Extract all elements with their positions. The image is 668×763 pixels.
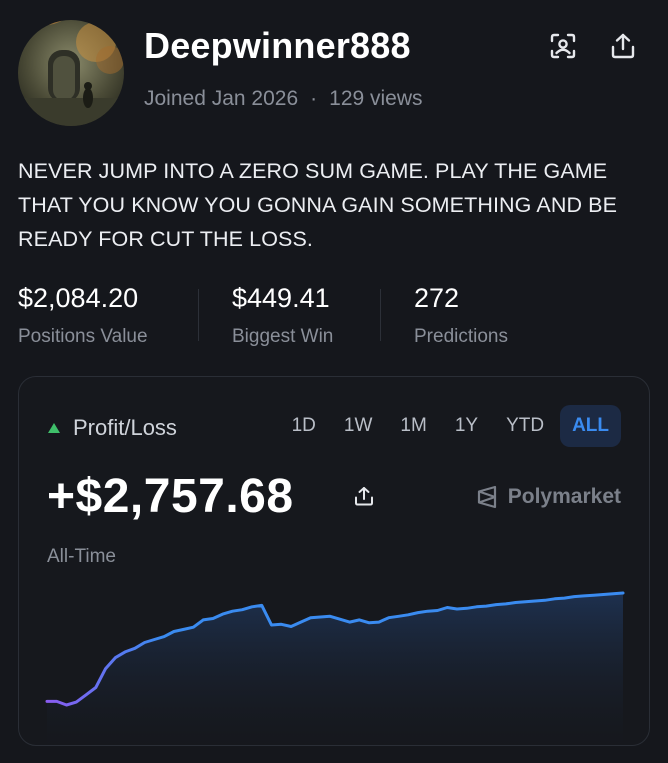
username: Deepwinner888	[144, 25, 411, 66]
profit-loss-amount: +$2,757.68	[47, 470, 294, 523]
stat-label: Positions Value	[18, 326, 148, 347]
avatar[interactable]	[18, 20, 124, 126]
meta-separator: ·	[310, 87, 318, 110]
stat-predictions: 272 Predictions	[414, 283, 508, 348]
chart-area	[47, 593, 623, 745]
range-ytd[interactable]: YTD	[494, 405, 556, 447]
bio-text: NEVER JUMP INTO A ZERO SUM GAME. PLAY TH…	[18, 159, 618, 251]
stat-positions-value: $2,084.20 Positions Value	[18, 283, 148, 348]
divider	[380, 289, 381, 341]
range-1m[interactable]: 1M	[388, 405, 438, 447]
joined-date: Joined Jan 2026	[144, 87, 299, 110]
range-1y[interactable]: 1Y	[443, 405, 490, 447]
profit-loss-card: Profit/Loss 1D 1W 1M 1Y YTD ALL +$2,757.…	[18, 376, 650, 746]
stat-label: Predictions	[414, 326, 508, 347]
period-label: All-Time	[47, 546, 116, 567]
profit-loss-title: Profit/Loss	[73, 415, 177, 440]
polymarket-logo-icon	[477, 485, 496, 509]
share-pnl-icon[interactable]	[353, 485, 375, 512]
range-all[interactable]: ALL	[560, 405, 621, 447]
share-icon[interactable]	[607, 30, 639, 62]
range-1d[interactable]: 1D	[280, 405, 328, 447]
stat-label: Biggest Win	[232, 326, 334, 347]
polymarket-brand: Polymarket	[476, 485, 621, 509]
profile-meta: Joined Jan 2026 · 129 views	[144, 87, 423, 111]
range-1w[interactable]: 1W	[332, 405, 385, 447]
range-selector: 1D 1W 1M 1Y YTD ALL	[276, 405, 621, 447]
profit-loss-chart	[45, 591, 625, 745]
profit-loss-header: Profit/Loss	[47, 415, 177, 441]
stat-biggest-win: $449.41 Biggest Win	[232, 283, 333, 348]
triangle-up-icon	[48, 423, 60, 433]
stat-value: $449.41	[232, 283, 330, 313]
stats-row: $2,084.20 Positions Value $449.41 Bigges…	[0, 283, 668, 353]
qr-scan-icon[interactable]	[547, 30, 579, 62]
brand-name: Polymarket	[507, 485, 621, 508]
stat-value: $2,084.20	[18, 283, 139, 313]
stat-value: 272	[414, 283, 460, 313]
divider	[198, 289, 199, 341]
view-count: 129 views	[329, 87, 423, 110]
